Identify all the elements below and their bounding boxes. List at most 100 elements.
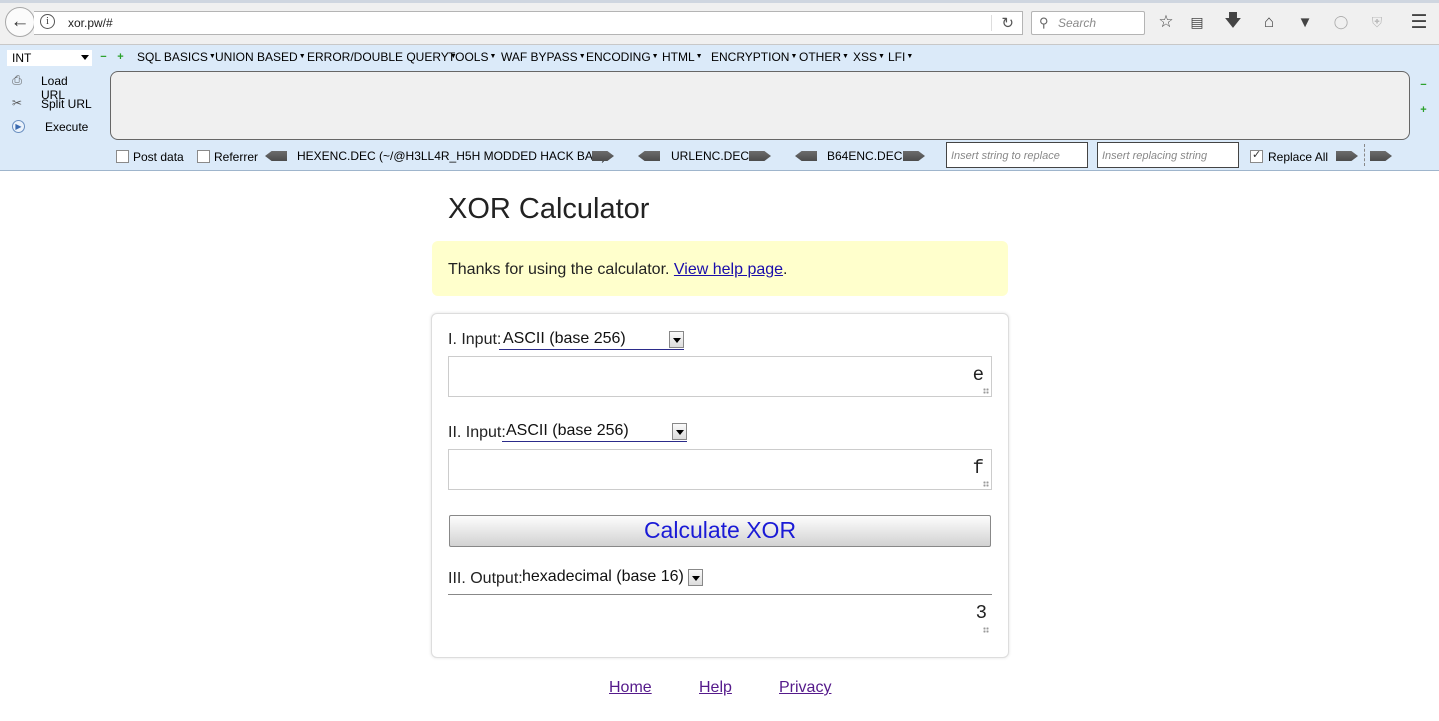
- replace-all-go-arrow-icon[interactable]: [1370, 151, 1392, 161]
- urlenc-decode-arrow-icon[interactable]: [749, 151, 771, 161]
- help-page-link[interactable]: View help page: [674, 261, 783, 278]
- input2-format-select[interactable]: ASCII (base 256): [502, 422, 687, 442]
- input2-textarea[interactable]: f: [448, 449, 992, 490]
- footer-home-link[interactable]: Home: [609, 679, 652, 697]
- b64enc-encode-arrow-icon[interactable]: [795, 151, 817, 161]
- menu-sql-basics[interactable]: SQL BASICS▼: [137, 50, 216, 64]
- hackbar: INT − + SQL BASICS▼ UNION BASED▼ ERROR/D…: [0, 45, 1439, 171]
- calculate-xor-button[interactable]: Calculate XOR: [449, 515, 991, 547]
- menu-error-double-query[interactable]: ERROR/DOUBLE QUERY▼: [307, 50, 457, 64]
- reload-icon[interactable]: ↻: [1001, 14, 1014, 32]
- hackbar-url-textarea[interactable]: [110, 71, 1410, 140]
- menu-label: UNION BASED: [215, 50, 298, 64]
- shield-icon[interactable]: ⛨: [1366, 11, 1388, 33]
- input1-label: I. Input:: [448, 331, 502, 348]
- notice-banner: Thanks for using the calculator. View he…: [432, 241, 1008, 296]
- input1-value: e: [972, 364, 984, 386]
- plus-icon[interactable]: +: [1419, 105, 1428, 116]
- menu-other[interactable]: OTHER▼: [799, 50, 849, 64]
- urlenc-encode-arrow-icon[interactable]: [638, 151, 660, 161]
- menu-tools[interactable]: TOOLS▼: [448, 50, 496, 64]
- menu-html[interactable]: HTML▼: [662, 50, 703, 64]
- chevron-down-icon[interactable]: [669, 331, 684, 348]
- page-title: XOR Calculator: [448, 193, 650, 225]
- url-text[interactable]: xor.pw/#: [68, 16, 113, 30]
- search-placeholder: Search: [1058, 16, 1097, 30]
- execute-label: Execute: [45, 120, 89, 134]
- hamburger-menu-icon[interactable]: ☰: [1408, 11, 1430, 33]
- replace-string-input[interactable]: Insert string to replace: [946, 142, 1088, 168]
- replace-go-arrow-icon[interactable]: [1336, 151, 1358, 161]
- chevron-down-icon: [81, 55, 89, 60]
- menu-label: HTML: [662, 50, 695, 64]
- tab-strip: [0, 0, 1439, 3]
- resize-handle-icon[interactable]: [983, 627, 989, 633]
- int-select[interactable]: INT: [6, 49, 93, 67]
- hackbar-options-row: Post data Referrer HEXENC.DEC (~/@H3LL4R…: [0, 142, 1439, 168]
- hexenc-decode-arrow-icon[interactable]: [592, 151, 614, 161]
- hexenc-encode-arrow-icon[interactable]: [265, 151, 287, 161]
- resize-handle-icon[interactable]: [983, 481, 989, 487]
- notice-period: .: [783, 261, 788, 278]
- input2-label: II. Input:: [448, 424, 506, 441]
- menu-label: LFI: [888, 50, 906, 64]
- hexenc-label: HEXENC.DEC (~/@H3LL4R_H5H MODDED HACK BA…: [297, 149, 606, 163]
- b64enc-label: B64ENC.DEC: [827, 149, 903, 163]
- int-select-value: INT: [12, 51, 32, 65]
- chevron-down-icon[interactable]: [688, 569, 703, 586]
- info-icon[interactable]: i: [40, 14, 55, 29]
- split-url-label: Split URL: [41, 97, 92, 111]
- replace-all-label: Replace All: [1268, 150, 1329, 164]
- input2-value: f: [972, 457, 984, 479]
- reading-list-icon[interactable]: ▤: [1186, 11, 1208, 33]
- browser-toolbar: ← i xor.pw/# ↻ ⚲ Search ☆ ▤ 🡇 ⌂ ▼ ◯ ⛨ ☰: [0, 0, 1439, 45]
- footer-privacy-link[interactable]: Privacy: [779, 679, 831, 697]
- menu-label: ENCODING: [586, 50, 651, 64]
- calculator-panel: I. Input: ASCII (base 256) e II. Input: …: [431, 313, 1009, 658]
- url-bar[interactable]: i xor.pw/# ↻: [34, 11, 1023, 35]
- referrer-checkbox[interactable]: [197, 150, 210, 163]
- output-label: III. Output:: [448, 570, 523, 587]
- resize-handle-icon[interactable]: [983, 388, 989, 394]
- menu-waf-bypass[interactable]: WAF BYPASS▼: [501, 50, 586, 64]
- extension-icon[interactable]: ◯: [1330, 11, 1352, 33]
- input1-format-value: ASCII (base 256): [503, 330, 626, 347]
- minus-icon[interactable]: −: [1419, 80, 1428, 91]
- menu-encryption[interactable]: ENCRYPTION▼: [711, 50, 797, 64]
- menu-xss[interactable]: XSS▼: [853, 50, 885, 64]
- home-icon[interactable]: ⌂: [1258, 11, 1280, 33]
- minus-icon[interactable]: −: [99, 52, 108, 63]
- input1-format-select[interactable]: ASCII (base 256): [499, 330, 684, 350]
- bookmark-star-icon[interactable]: ☆: [1155, 11, 1177, 33]
- menu-union-based[interactable]: UNION BASED▼: [215, 50, 306, 64]
- b64enc-decode-arrow-icon[interactable]: [903, 151, 925, 161]
- notice-text: Thanks for using the calculator. View he…: [448, 261, 787, 279]
- urlenc-label: URLENC.DEC: [671, 149, 750, 163]
- output-format-value: hexadecimal (base 16): [522, 568, 684, 585]
- search-input[interactable]: ⚲ Search: [1031, 11, 1145, 35]
- menu-lfi[interactable]: LFI▼: [888, 50, 913, 64]
- load-url-icon: ⎙: [12, 73, 22, 87]
- back-icon[interactable]: ←: [5, 7, 35, 37]
- post-data-label: Post data: [133, 150, 184, 164]
- input1-textarea[interactable]: e: [448, 356, 992, 397]
- plus-icon[interactable]: +: [116, 52, 125, 63]
- replace-all-checkbox[interactable]: [1250, 148, 1263, 163]
- pocket-icon[interactable]: ▼: [1294, 11, 1316, 33]
- execute-button[interactable]: ▶ Execute: [6, 117, 94, 137]
- split-url-button[interactable]: ✂ Split URL: [6, 94, 94, 114]
- menu-label: XSS: [853, 50, 878, 64]
- post-data-checkbox[interactable]: [116, 150, 129, 163]
- menu-label: TOOLS: [448, 50, 489, 64]
- chevron-down-icon[interactable]: [672, 423, 687, 440]
- menu-label: SQL BASICS: [137, 50, 208, 64]
- download-icon[interactable]: 🡇: [1222, 11, 1244, 33]
- scissors-icon: ✂: [11, 96, 23, 110]
- menu-encoding[interactable]: ENCODING▼: [586, 50, 659, 64]
- footer-help-link[interactable]: Help: [699, 679, 732, 697]
- output-format-select[interactable]: hexadecimal (base 16): [518, 568, 703, 588]
- replacing-string-input[interactable]: Insert replacing string: [1097, 142, 1239, 168]
- load-url-button[interactable]: ⎙ Load URL: [6, 71, 94, 102]
- notice-message: Thanks for using the calculator.: [448, 261, 674, 278]
- referrer-label: Referrer: [214, 150, 259, 164]
